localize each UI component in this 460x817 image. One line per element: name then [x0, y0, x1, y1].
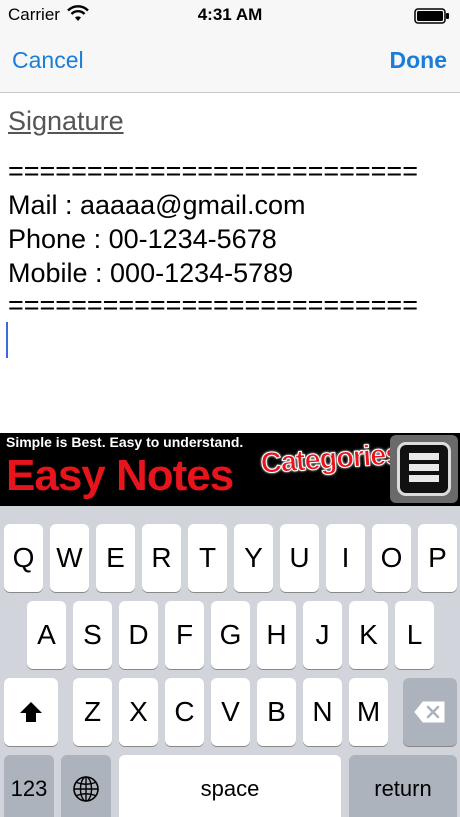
menu-list-icon-frame — [397, 442, 451, 496]
menu-list-icon[interactable] — [390, 435, 458, 503]
key-c[interactable]: C — [165, 678, 204, 746]
shift-icon — [20, 702, 42, 722]
key-r[interactable]: R — [142, 524, 181, 592]
key-q[interactable]: Q — [4, 524, 43, 592]
signature-editor[interactable]: Signature ========================== Mai… — [0, 94, 460, 433]
menu-bar — [409, 464, 439, 471]
key-i[interactable]: I — [326, 524, 365, 592]
mobile-line: Mobile : 000-1234-5789 — [8, 258, 294, 288]
ad-tagline: Simple is Best. Easy to understand. — [6, 434, 244, 450]
key-v[interactable]: V — [211, 678, 250, 746]
numbers-key[interactable]: 123 — [4, 755, 54, 817]
shift-key[interactable] — [4, 678, 58, 746]
menu-bar — [409, 453, 439, 460]
key-d[interactable]: D — [119, 601, 158, 669]
space-key-label: space — [200, 776, 260, 801]
key-x[interactable]: X — [119, 678, 158, 746]
cancel-button[interactable]: Cancel — [12, 47, 84, 74]
space-key[interactable]: space — [119, 755, 341, 817]
text-cursor — [6, 322, 8, 358]
signature-title: Signature — [8, 106, 124, 136]
return-key[interactable]: return — [349, 755, 457, 817]
key-g[interactable]: G — [211, 601, 250, 669]
globe-key[interactable] — [61, 755, 111, 817]
navigation-bar: Cancel Done — [0, 30, 460, 93]
key-o[interactable]: O — [372, 524, 411, 592]
key-a[interactable]: A — [27, 601, 66, 669]
key-b[interactable]: B — [257, 678, 296, 746]
key-y[interactable]: Y — [234, 524, 273, 592]
key-l[interactable]: L — [395, 601, 434, 669]
keyboard: Q W E R T Y U I O P A S D F G H J K L Z … — [0, 506, 460, 817]
key-h[interactable]: H — [257, 601, 296, 669]
numbers-key-label: 123 — [10, 776, 48, 801]
key-m[interactable]: M — [349, 678, 388, 746]
done-button[interactable]: Done — [390, 47, 448, 74]
ad-brand: Easy Notes — [6, 451, 234, 500]
battery-icon — [414, 8, 449, 24]
key-t[interactable]: T — [188, 524, 227, 592]
return-key-label: return — [374, 776, 432, 801]
separator-line: ========================== — [8, 156, 418, 186]
ad-banner[interactable]: Simple is Best. Easy to understand. Easy… — [0, 433, 460, 506]
key-z[interactable]: Z — [73, 678, 112, 746]
menu-bar — [409, 475, 439, 482]
mail-line: Mail : aaaaa@gmail.com — [8, 190, 306, 220]
key-u[interactable]: U — [280, 524, 319, 592]
phone-line: Phone : 00-1234-5678 — [8, 224, 277, 254]
separator-line: ========================== — [8, 290, 418, 320]
ad-categories: Categories — [259, 438, 402, 481]
key-w[interactable]: W — [50, 524, 89, 592]
clock: 4:31 AM — [197, 5, 263, 24]
key-n[interactable]: N — [303, 678, 342, 746]
key-j[interactable]: J — [303, 601, 342, 669]
key-s[interactable]: S — [73, 601, 112, 669]
backspace-key[interactable] — [403, 678, 457, 746]
globe-icon — [73, 776, 99, 802]
status-bar: Carrier 4:31 AM — [0, 0, 460, 30]
key-p[interactable]: P — [418, 524, 457, 592]
key-f[interactable]: F — [165, 601, 204, 669]
key-e[interactable]: E — [96, 524, 135, 592]
key-k[interactable]: K — [349, 601, 388, 669]
backspace-icon — [414, 701, 445, 723]
